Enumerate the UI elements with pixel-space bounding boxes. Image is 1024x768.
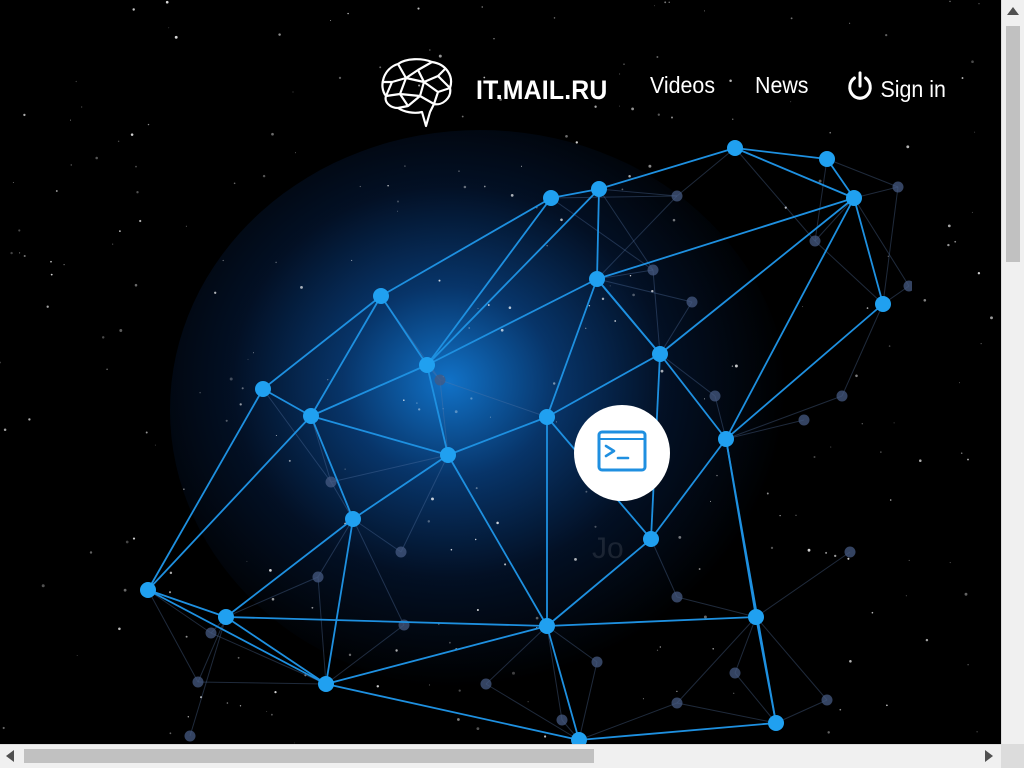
nav-link-news[interactable]: News [755, 72, 808, 99]
brand-link[interactable]: IT.MAIL.RU [378, 56, 619, 128]
horizontal-scroll-thumb[interactable] [24, 749, 594, 763]
terminal-cta-button[interactable] [574, 405, 670, 501]
power-icon [847, 70, 880, 108]
signin-label: Sign in [880, 75, 946, 102]
hero-viewport: Jo IT.MAIL.RU Videos News Sign in [0, 0, 1001, 744]
horizontal-scrollbar[interactable] [0, 744, 1001, 768]
site-header: IT.MAIL.RU [378, 56, 619, 128]
hero-ghost-text: Jo [592, 532, 624, 565]
signin-link[interactable]: Sign in [847, 70, 946, 108]
vertical-scroll-thumb[interactable] [1006, 26, 1020, 262]
scrollbar-corner [1001, 744, 1024, 768]
scroll-left-icon[interactable] [6, 750, 14, 762]
terminal-icon [597, 430, 647, 477]
scroll-up-icon[interactable] [1007, 7, 1019, 15]
scroll-right-icon[interactable] [985, 750, 993, 762]
brain-icon [378, 56, 454, 128]
nav-link-videos[interactable]: Videos [650, 72, 715, 99]
brand-name: IT.MAIL.RU [476, 74, 608, 105]
vertical-scrollbar[interactable] [1001, 0, 1024, 744]
